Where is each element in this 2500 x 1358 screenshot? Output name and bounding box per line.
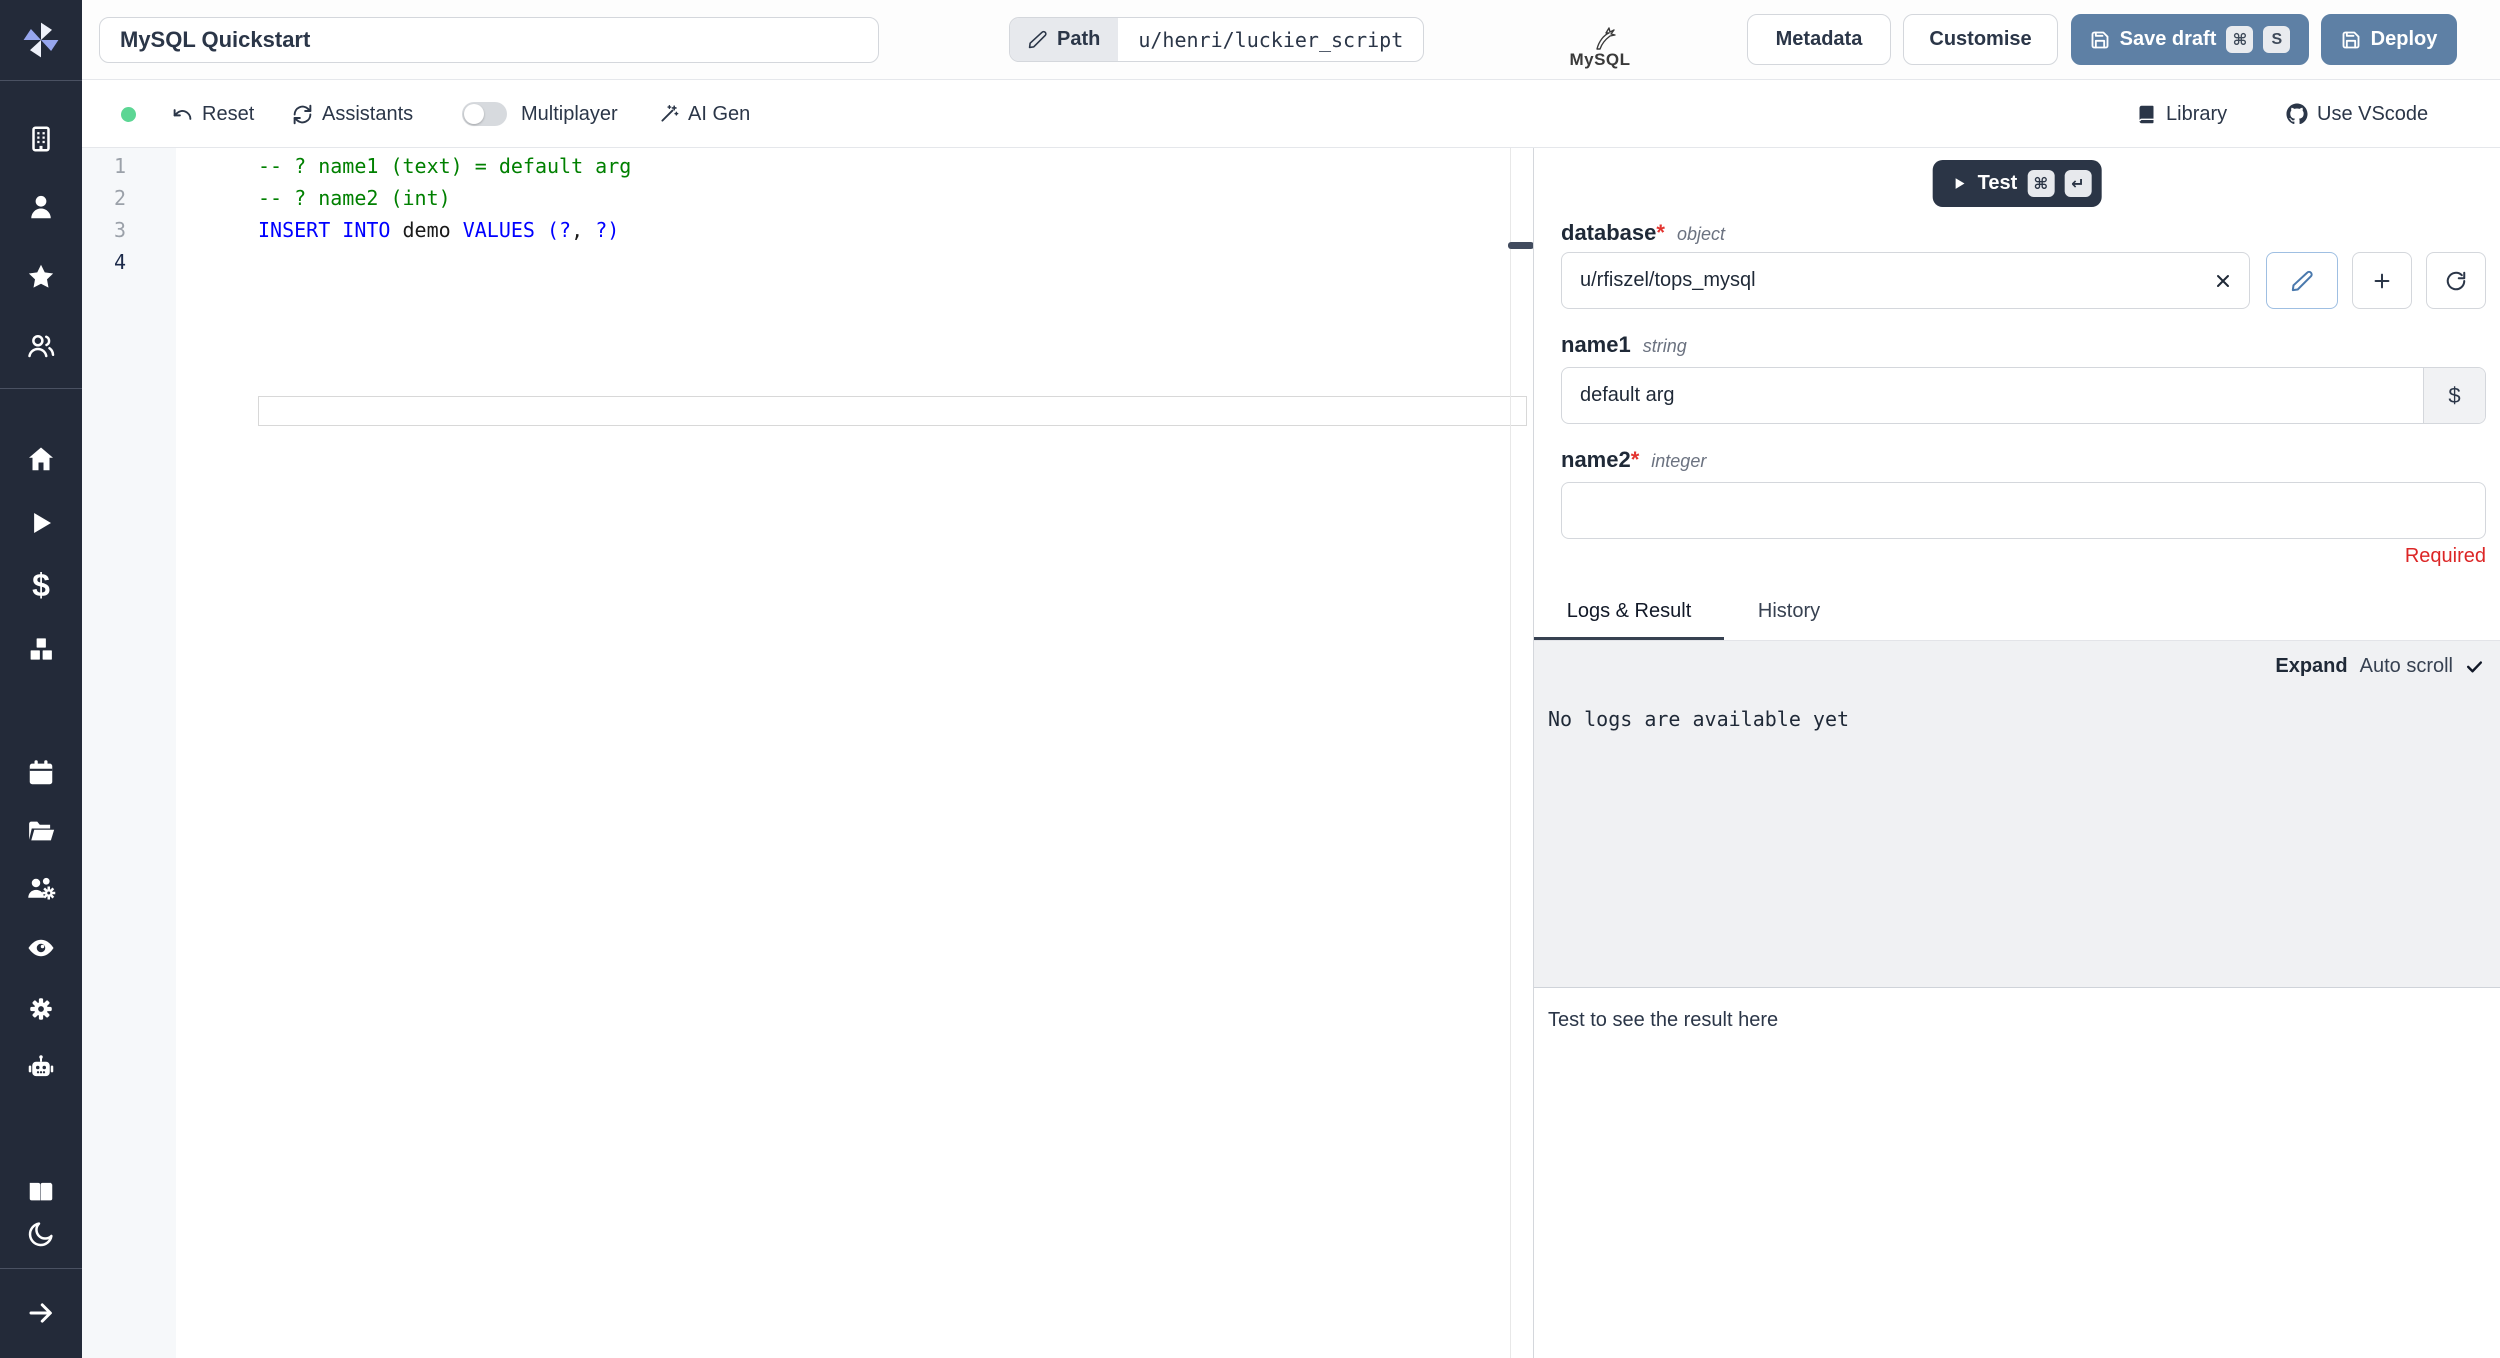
- star-icon[interactable]: [17, 253, 65, 301]
- run-panel: Test ⌘ ↵ database* object u/rfiszel/tops…: [1534, 148, 2500, 1358]
- path-button[interactable]: Path: [1010, 18, 1119, 61]
- logs-empty-message: No logs are available yet: [1548, 707, 1850, 731]
- calendar-icon[interactable]: [17, 749, 65, 797]
- enter-key-badge: ↵: [2064, 170, 2092, 197]
- test-button[interactable]: Test ⌘ ↵: [1932, 160, 2102, 207]
- path-label: Path: [1057, 28, 1101, 50]
- mysql-logo: MySQL: [1560, 12, 1640, 68]
- edit-resource-button[interactable]: [2266, 252, 2338, 309]
- sidebar-divider: [0, 80, 82, 81]
- sidebar-divider: [0, 388, 82, 389]
- gear-icon[interactable]: [17, 985, 65, 1033]
- undo-icon: [173, 108, 192, 120]
- s-key-badge: S: [2263, 26, 2291, 53]
- code-lines: -- ? name1 (text) = default arg -- ? name…: [258, 150, 631, 278]
- database-input[interactable]: u/rfiszel/tops_mysql: [1561, 252, 2250, 309]
- logs-panel: Expand Auto scroll No logs are available…: [1534, 640, 2500, 988]
- library-button[interactable]: Library: [2136, 80, 2227, 148]
- path-control: Path u/henri/luckier_script: [1009, 17, 1425, 62]
- code-line[interactable]: [258, 246, 631, 278]
- required-error: Required: [2404, 545, 2486, 567]
- customise-button[interactable]: Customise: [1903, 14, 2058, 65]
- name1-input[interactable]: default arg $: [1561, 367, 2486, 424]
- code-line[interactable]: -- ? name1 (text) = default arg: [258, 150, 631, 182]
- pane-split-line: [1510, 148, 1511, 1358]
- plus-icon: [2374, 273, 2390, 288]
- moon-icon[interactable]: [17, 1210, 65, 1258]
- robot-icon[interactable]: [17, 1044, 65, 1092]
- line-number: 2: [113, 186, 126, 210]
- pencil-icon: [1028, 30, 1047, 49]
- sidebar: $: [0, 0, 82, 1358]
- tab-logs-result[interactable]: Logs & Result: [1534, 600, 1724, 640]
- cubes-icon[interactable]: [17, 625, 65, 673]
- line-numbers: 1 2 3 4: [82, 150, 176, 278]
- result-tabs: Logs & Result History: [1534, 600, 2500, 640]
- ai-gen-button[interactable]: AI Gen: [658, 80, 750, 148]
- play-icon: [1955, 178, 1965, 189]
- editor-toolbar: Reset Assistants Multiplayer AI Gen Libr…: [82, 80, 2500, 148]
- tab-history[interactable]: History: [1734, 600, 1844, 640]
- refresh-resource-button[interactable]: [2426, 252, 2486, 309]
- play-icon[interactable]: [17, 499, 65, 547]
- expand-button[interactable]: Expand: [2275, 655, 2347, 678]
- line-number: 1: [113, 154, 126, 178]
- app-window: $ MySQL Quickstart Path u/henri/luckier_…: [0, 0, 2500, 1358]
- name2-input[interactable]: [1561, 482, 2486, 539]
- building-icon[interactable]: [17, 115, 65, 163]
- save-icon: [2090, 30, 2110, 50]
- arrow-right-icon[interactable]: [17, 1289, 65, 1337]
- field-label-name2: name2* integer: [1561, 447, 1707, 472]
- cmd-key-badge: ⌘: [2226, 26, 2254, 53]
- users-gear-icon[interactable]: [17, 865, 65, 913]
- editor-gutter: [82, 148, 176, 1358]
- script-title-input[interactable]: [99, 17, 879, 63]
- reset-button[interactable]: Reset: [172, 80, 254, 148]
- status-dot: [121, 107, 136, 122]
- field-label-name1: name1 string: [1561, 332, 1687, 357]
- line-number: 3: [113, 218, 126, 242]
- users-icon[interactable]: [17, 322, 65, 370]
- book-icon: [2139, 105, 2154, 123]
- path-value[interactable]: u/henri/luckier_script: [1118, 18, 1423, 61]
- home-icon[interactable]: [17, 435, 65, 483]
- current-line-highlight: [258, 396, 1527, 426]
- dollar-icon[interactable]: $: [17, 561, 65, 609]
- result-placeholder: Test to see the result here: [1548, 1009, 1779, 1031]
- result-area: Test to see the result here: [1534, 989, 2500, 1358]
- github-icon: [2286, 103, 2308, 125]
- sidebar-divider: [0, 1268, 82, 1269]
- reload-icon: [2446, 271, 2466, 290]
- pencil-icon: [2291, 270, 2313, 291]
- cmd-key-badge: ⌘: [2027, 170, 2055, 197]
- refresh-icon: [293, 104, 312, 124]
- assistants-button[interactable]: Assistants: [292, 80, 413, 148]
- wand-icon: [661, 104, 679, 122]
- windmill-logo-icon[interactable]: [17, 16, 65, 64]
- add-resource-button[interactable]: [2352, 252, 2412, 309]
- multiplayer-toggle[interactable]: [462, 102, 507, 126]
- use-vscode-button[interactable]: Use VScode: [2286, 80, 2428, 148]
- code-editor[interactable]: 1 2 3 4 -- ? name1 (text) = default arg -- ?…: [82, 148, 1527, 1358]
- auto-scroll-label[interactable]: Auto scroll: [2360, 655, 2453, 678]
- save-draft-button[interactable]: Save draft ⌘ S: [2071, 14, 2309, 65]
- folder-open-icon[interactable]: [17, 807, 65, 855]
- check-icon[interactable]: [2465, 657, 2484, 676]
- save-icon: [2341, 30, 2361, 50]
- variable-picker-button[interactable]: $: [2423, 368, 2485, 423]
- metadata-button[interactable]: Metadata: [1747, 14, 1891, 65]
- open-book-icon[interactable]: [17, 1167, 65, 1215]
- code-line[interactable]: INSERT INTO demo VALUES (?, ?): [258, 214, 631, 246]
- person-icon[interactable]: [17, 183, 65, 231]
- field-label-database: database* object: [1561, 220, 1725, 245]
- pane-resize-handle[interactable]: [1508, 242, 1534, 249]
- clear-icon[interactable]: [2197, 253, 2249, 308]
- title-bar: Path u/henri/luckier_script MySQL Metada…: [82, 0, 2500, 80]
- multiplayer-label: Multiplayer: [521, 102, 618, 125]
- line-number: 4: [113, 250, 126, 274]
- code-line[interactable]: -- ? name2 (int): [258, 182, 631, 214]
- mysql-logo-text: MySQL: [1569, 50, 1631, 69]
- eye-icon[interactable]: [17, 924, 65, 972]
- deploy-button[interactable]: Deploy: [2321, 14, 2457, 65]
